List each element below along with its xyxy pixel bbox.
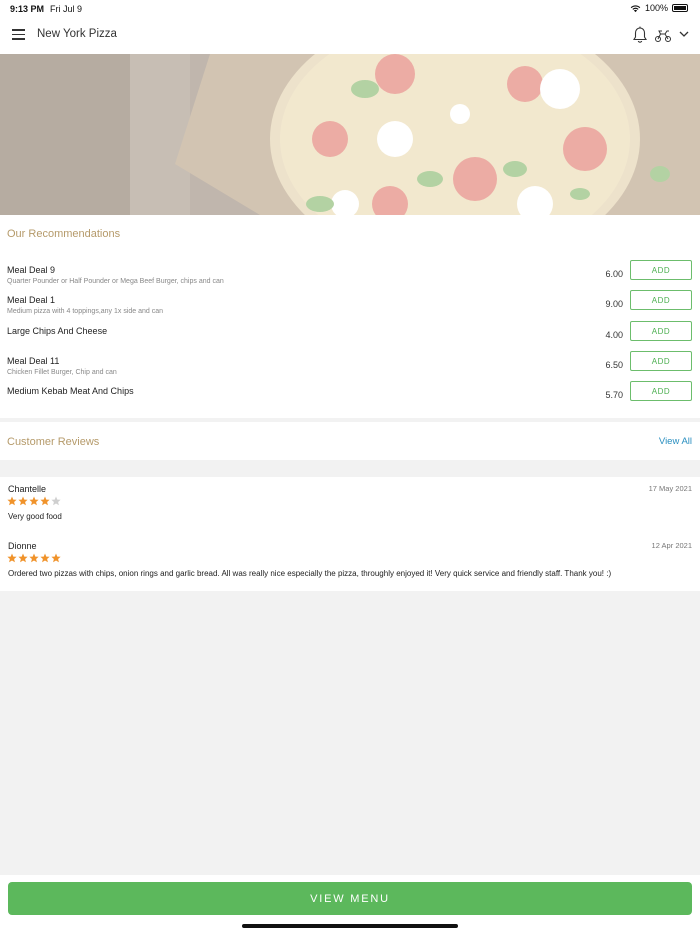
menu-item: Large Chips And Cheese 4.00 ADD [0, 321, 700, 356]
add-button[interactable]: ADD [630, 381, 692, 401]
delivery-scooter-icon[interactable] [654, 27, 672, 43]
review-date: 12 Apr 2021 [651, 541, 692, 550]
star-icon [51, 496, 61, 506]
menu-item: Meal Deal 9 Quarter Pounder or Half Poun… [0, 260, 700, 295]
star-rating [7, 553, 61, 563]
recommendations-title: Our Recommendations [7, 228, 121, 240]
view-menu-button[interactable]: VIEW MENU [8, 882, 692, 915]
status-time: 9:13 PM [10, 4, 45, 14]
hero-pizza-image [0, 54, 700, 215]
add-button[interactable]: ADD [630, 290, 692, 310]
menu-item-name: Meal Deal 1 [7, 295, 56, 305]
menu-item-name: Meal Deal 9 [7, 265, 56, 275]
menu-item-description: Quarter Pounder or Half Pounder or Mega … [7, 278, 224, 285]
hamburger-menu-icon[interactable] [12, 29, 25, 40]
review-author: Chantelle [8, 484, 47, 494]
menu-item-description: Chicken Fillet Burger, Chip and can [7, 369, 117, 376]
review-text: Very good food [8, 512, 62, 521]
review-date: 17 May 2021 [648, 484, 692, 493]
status-date: Fri Jul 9 [50, 4, 83, 14]
menu-item: Meal Deal 11 Chicken Fillet Burger, Chip… [0, 351, 700, 386]
add-button[interactable]: ADD [630, 351, 692, 371]
reviews-title: Customer Reviews [7, 436, 100, 448]
add-button[interactable]: ADD [630, 260, 692, 280]
menu-item-price: 6.00 [605, 269, 623, 279]
review-author: Dionne [8, 541, 37, 551]
star-icon [7, 496, 17, 506]
bell-icon[interactable] [632, 26, 648, 44]
star-icon [18, 496, 28, 506]
star-icon [29, 553, 39, 563]
menu-item-price: 5.70 [605, 390, 623, 400]
restaurant-title: New York Pizza [37, 28, 117, 40]
home-indicator [242, 924, 458, 928]
status-right: 100% [630, 3, 688, 13]
recommendations-section: Our Recommendations Meal Deal 9 Quarter … [0, 215, 700, 418]
menu-item: Meal Deal 1 Medium pizza with 4 toppings… [0, 290, 700, 325]
chevron-down-icon[interactable] [678, 28, 690, 40]
star-icon [29, 496, 39, 506]
menu-item-name: Medium Kebab Meat And Chips [7, 386, 134, 396]
star-icon [40, 496, 50, 506]
battery-icon [672, 4, 688, 12]
add-button[interactable]: ADD [630, 321, 692, 341]
status-bar: 9:13 PM Fri Jul 9 100% [0, 0, 700, 18]
reviews-header: Customer Reviews View All [0, 422, 700, 460]
view-all-link[interactable]: View All [659, 436, 692, 447]
star-icon [7, 553, 17, 563]
star-icon [51, 553, 61, 563]
battery-percent: 100% [644, 3, 668, 13]
menu-item-price: 4.00 [605, 330, 623, 340]
star-icon [40, 553, 50, 563]
review-text: Ordered two pizzas with chips, onion rin… [8, 569, 612, 578]
menu-item-description: Medium pizza with 4 toppings,any 1x side… [7, 308, 164, 315]
wifi-icon [630, 4, 641, 12]
menu-item-name: Large Chips And Cheese [7, 326, 108, 336]
reviews-list: Chantelle 17 May 2021 Very good food Dio… [0, 477, 700, 591]
star-rating [7, 496, 61, 506]
menu-item-name: Meal Deal 11 [7, 356, 60, 366]
nav-bar: New York Pizza [0, 18, 700, 54]
menu-item: Medium Kebab Meat And Chips 5.70 ADD [0, 381, 700, 416]
menu-item-price: 9.00 [605, 299, 623, 309]
star-icon [18, 553, 28, 563]
menu-item-price: 6.50 [605, 360, 623, 370]
